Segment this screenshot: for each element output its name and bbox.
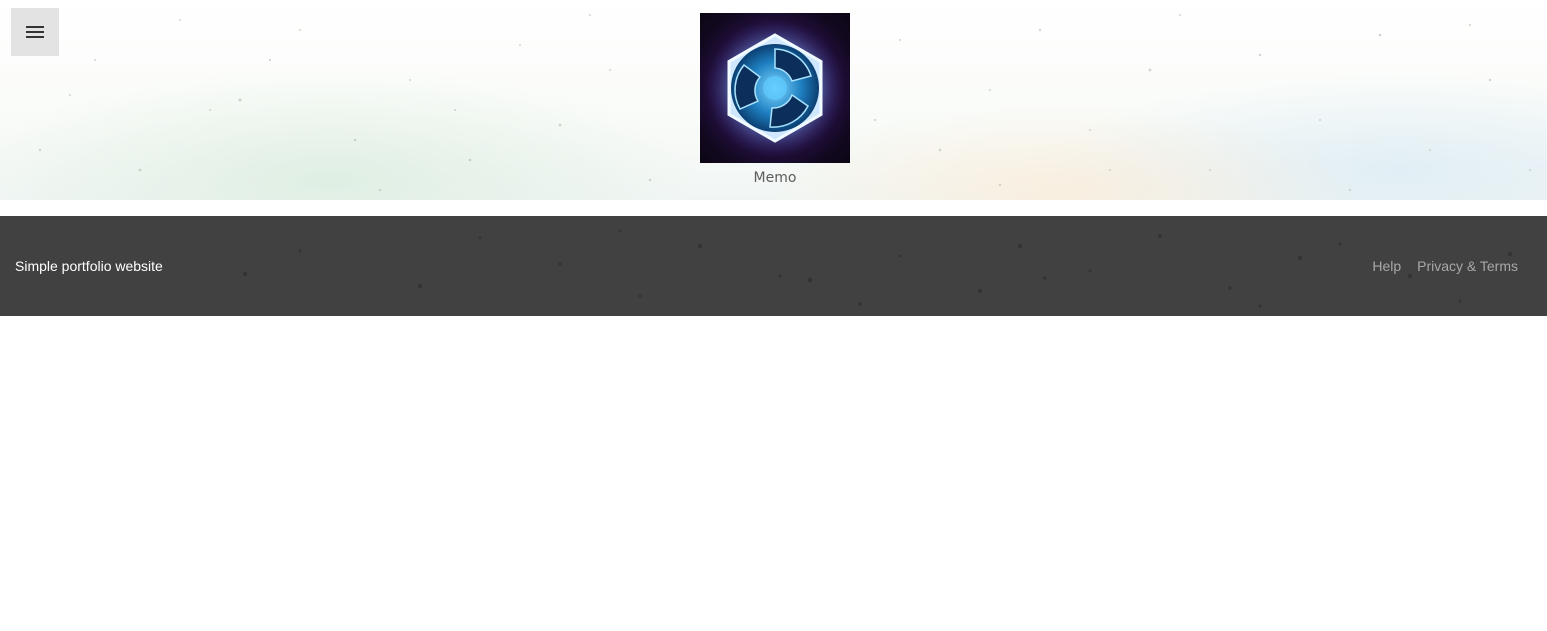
footer-site-title: Simple portfolio website <box>15 258 163 274</box>
hero-banner: Memo <box>0 0 1547 200</box>
privacy-terms-link[interactable]: Privacy & Terms <box>1417 258 1518 274</box>
hamburger-menu-icon <box>26 26 44 38</box>
footer-speckle-texture <box>243 229 1512 308</box>
help-link[interactable]: Help <box>1372 258 1401 274</box>
project-caption: Memo <box>753 170 797 186</box>
menu-button[interactable] <box>11 8 59 56</box>
project-thumbnail[interactable] <box>700 13 850 163</box>
site-footer: Simple portfolio website Help Privacy & … <box>0 216 1547 316</box>
heroes-of-the-storm-logo <box>705 18 845 158</box>
footer-links: Help Privacy & Terms <box>1372 258 1518 274</box>
